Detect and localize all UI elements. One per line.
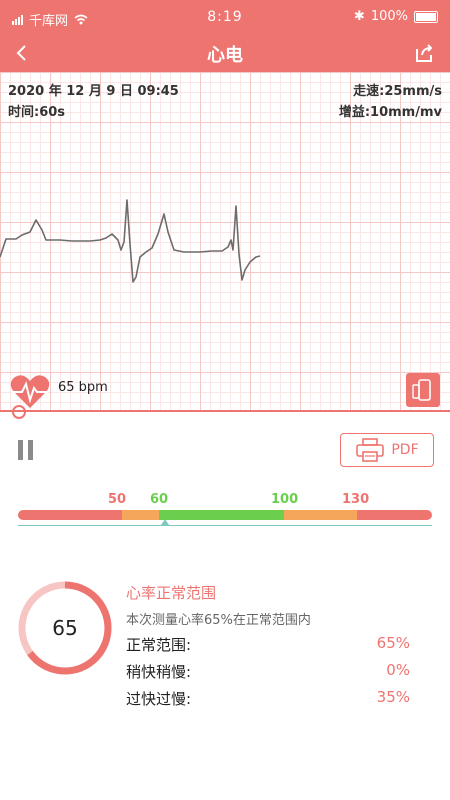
row-label: 稍快稍慢: [126,663,192,681]
heart-rate-range-bar [18,510,432,520]
status-bar: 千库网 8:19 ✱ 100% [0,0,450,34]
row-value: 0% [386,661,410,679]
ecg-chart: 2020 年 12 月 9 日 09:45 时间:60s 走速:25mm/s 增… [0,72,450,412]
row-value: 35% [376,688,410,706]
range-baseline [18,525,432,526]
range-marker [161,519,169,525]
page-title: 心电 [207,45,243,66]
pdf-button[interactable]: PDF [340,433,434,467]
bluetooth-icon: ✱ [353,9,365,24]
scale-label-60: 60 [150,492,169,507]
range-low-slow [18,510,122,520]
result-ring: 65 [18,581,112,675]
result-row-extreme: 过快过慢: 35% [126,688,410,709]
battery-icon [414,10,438,23]
pause-button[interactable] [18,440,38,464]
scale-label-130: 130 [342,492,370,507]
result-info: 心率正常范围 本次测量心率65%在正常范围内 正常范围: 65% 稍快稍慢: 0… [126,582,410,709]
result-row-slight: 稍快稍慢: 0% [126,661,410,682]
share-icon[interactable] [412,40,438,66]
result-row-normal: 正常范围: 65% [126,634,410,655]
range-slightly-fast [284,510,357,520]
heart-rate-icon [10,375,50,419]
pause-icon [18,440,23,460]
ecg-waveform [0,199,261,283]
result-title: 心率正常范围 [126,584,217,602]
nav-bar: 心电 [0,34,450,72]
row-value: 65% [376,634,410,652]
pdf-label: PDF [391,442,419,458]
scale-label-50: 50 [108,492,127,507]
row-label: 过快过慢: [126,690,192,708]
phone-icon [412,379,431,401]
result-description: 本次测量心率65%在正常范围内 [126,613,311,628]
printer-icon [356,438,385,462]
result-value: 65 [52,616,77,640]
phone-rotate-button[interactable] [406,373,440,407]
bpm-value: 65 bpm [58,380,108,395]
range-slightly-slow [122,510,159,520]
scale-label-100: 100 [271,492,299,507]
range-high-fast [357,510,432,520]
ecg-divider [0,410,450,412]
battery-percent: 100% [370,9,408,24]
row-label: 正常范围: [126,636,192,654]
range-normal [159,510,284,520]
